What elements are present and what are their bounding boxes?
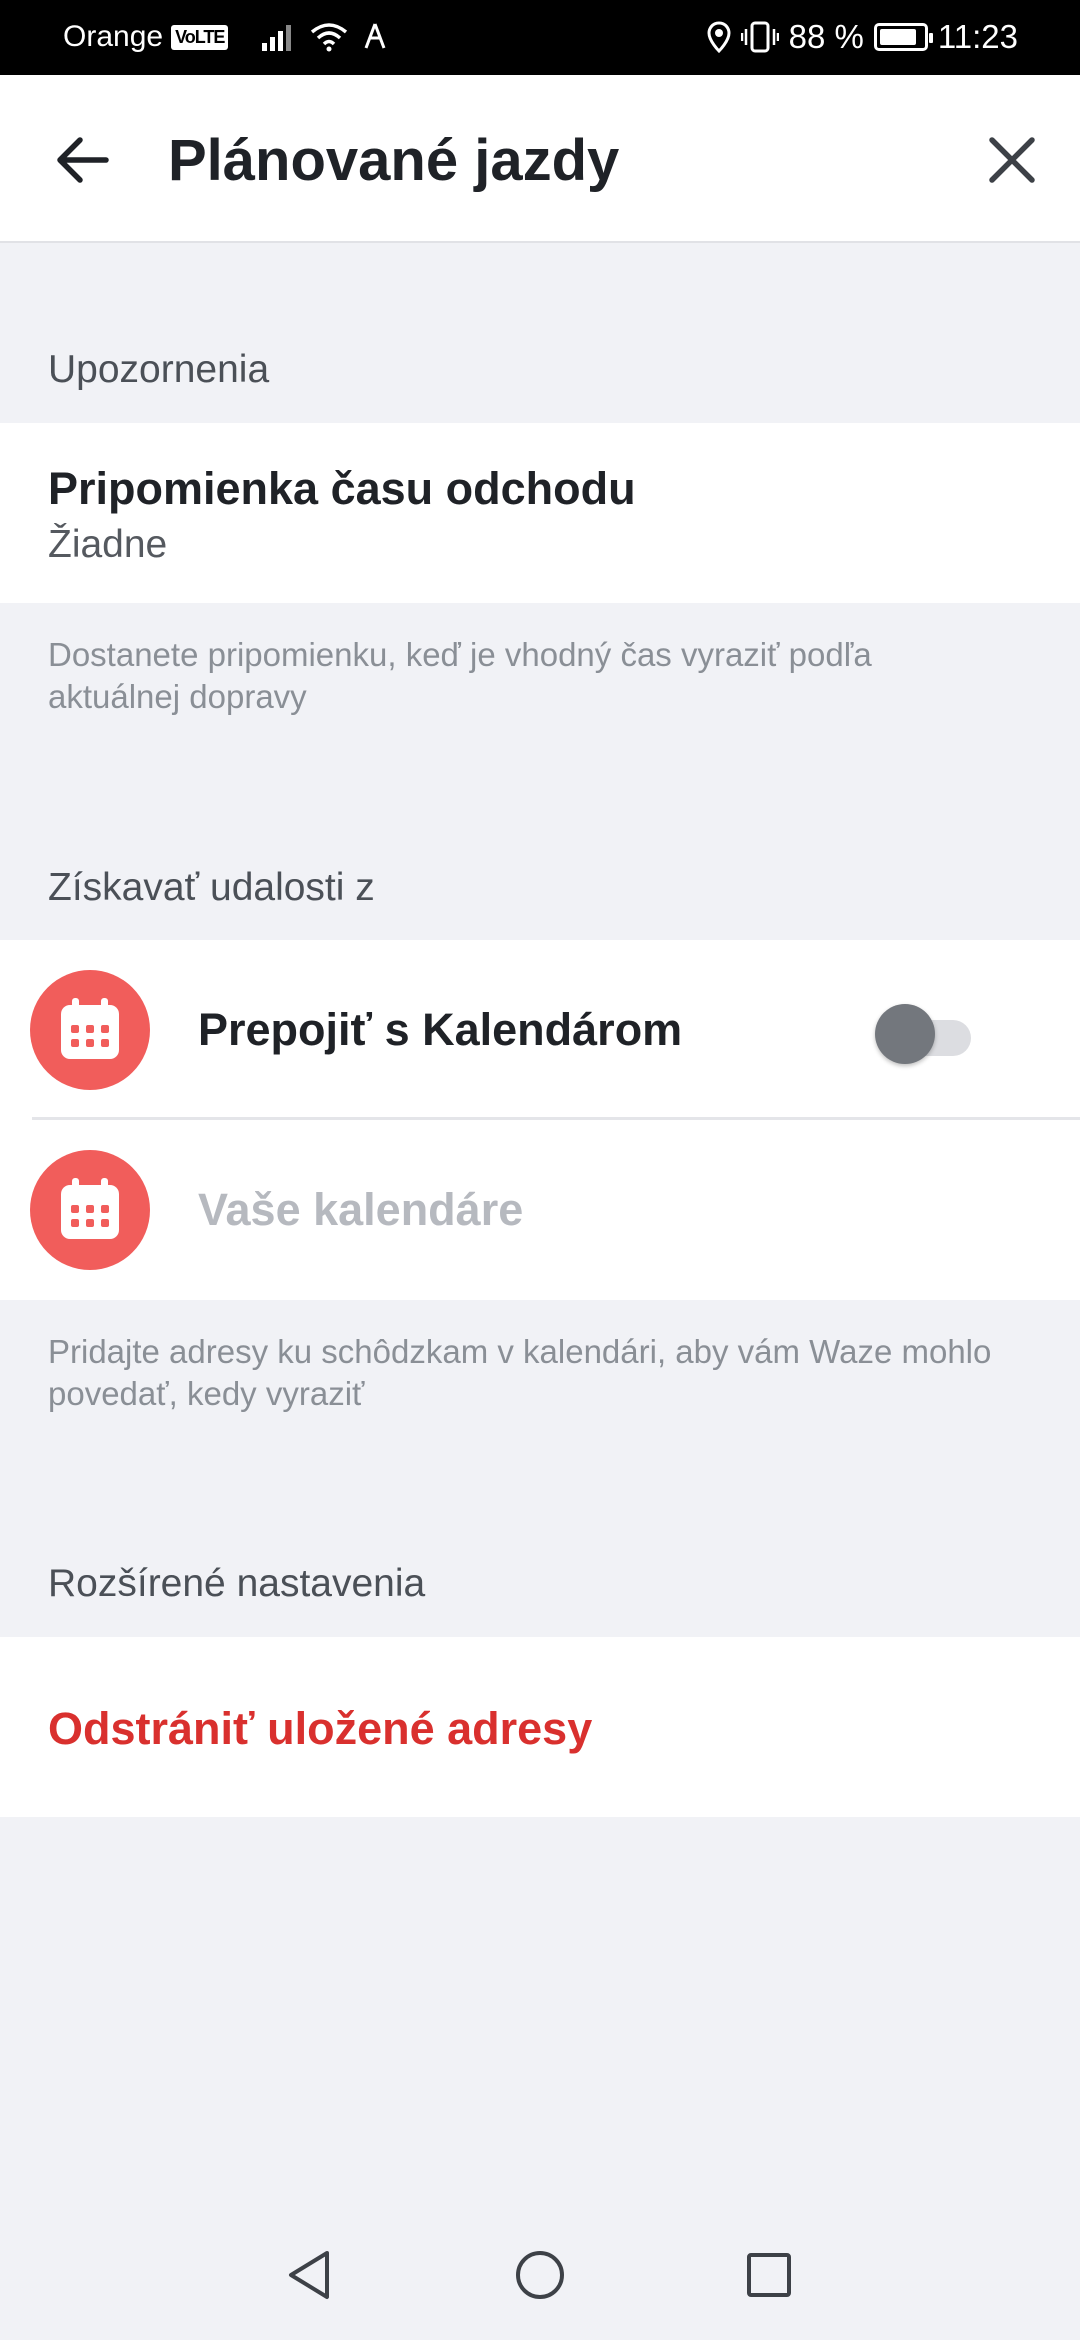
- arrow-left-icon: [57, 137, 109, 183]
- status-bar: Orange VoLTE 88 % 11:23: [0, 0, 1080, 75]
- back-button[interactable]: [48, 125, 118, 195]
- close-icon: [989, 137, 1035, 183]
- your-calendars-row[interactable]: Vaše kalendáre: [0, 1120, 1080, 1300]
- events-description: Pridajte adresy ku schôdzkam v kalendári…: [48, 1333, 992, 1412]
- nav-recents-button[interactable]: [729, 2235, 809, 2315]
- delete-addresses-row[interactable]: Odstrániť uložené adresy: [0, 1637, 1080, 1817]
- status-icons: [262, 22, 388, 52]
- vibrate-icon: [740, 21, 779, 53]
- section-header-advanced: Rozšírené nastavenia: [48, 1562, 426, 1605]
- location-icon: [707, 21, 731, 53]
- section-header-events: Získavať udalosti z: [48, 866, 375, 909]
- square-recents-icon: [747, 2253, 791, 2297]
- toggle-thumb: [875, 1004, 935, 1064]
- calendar-card: Prepojiť s Kalendárom Vaše kalendáre: [0, 940, 1080, 1300]
- battery-percent: 88 %: [788, 18, 864, 55]
- circle-home-icon: [516, 2251, 564, 2299]
- close-button[interactable]: [972, 120, 1052, 200]
- calendar-icon-badge: [30, 970, 150, 1090]
- calendar-icon: [61, 1178, 119, 1239]
- section-header-notifications: Upozornenia: [48, 348, 270, 391]
- notifications-description: Dostanete pripomienku, keď je vhodný čas…: [48, 636, 872, 715]
- connect-calendar-row[interactable]: Prepojiť s Kalendárom: [0, 940, 1080, 1118]
- data-activity-icon: [365, 23, 386, 49]
- delete-addresses-label: Odstrániť uložené adresy: [48, 1703, 593, 1754]
- wifi-icon: [311, 23, 348, 52]
- connect-calendar-label: Prepojiť s Kalendárom: [198, 1004, 683, 1055]
- app-bar: Plánované jazdy: [0, 75, 1080, 243]
- signal-icon: [262, 25, 292, 51]
- calendar-icon-badge-2: [30, 1150, 150, 1270]
- departure-reminder-row[interactable]: Pripomienka času odchodu Žiadne: [0, 423, 1080, 603]
- volte-badge: VoLTE: [171, 24, 229, 50]
- battery-level: [879, 29, 917, 45]
- triangle-back-icon: [289, 2251, 329, 2299]
- carrier-label: Orange: [63, 20, 164, 53]
- page-title: Plánované jazdy: [168, 128, 620, 193]
- status-right: 88 % 11:23: [707, 18, 1018, 56]
- nav-back-button[interactable]: [269, 2235, 349, 2315]
- your-calendars-label: Vaše kalendáre: [198, 1184, 524, 1235]
- departure-reminder-title: Pripomienka času odchodu: [48, 463, 636, 514]
- system-nav-bar: [0, 2200, 1080, 2340]
- departure-reminder-value: Žiadne: [48, 523, 168, 566]
- connect-calendar-toggle[interactable]: [875, 1004, 975, 1064]
- calendar-icon: [61, 998, 119, 1059]
- battery-icon: [873, 23, 933, 51]
- status-left: Orange VoLTE: [63, 20, 388, 54]
- nav-home-button[interactable]: [500, 2235, 580, 2315]
- clock: 11:23: [937, 18, 1018, 55]
